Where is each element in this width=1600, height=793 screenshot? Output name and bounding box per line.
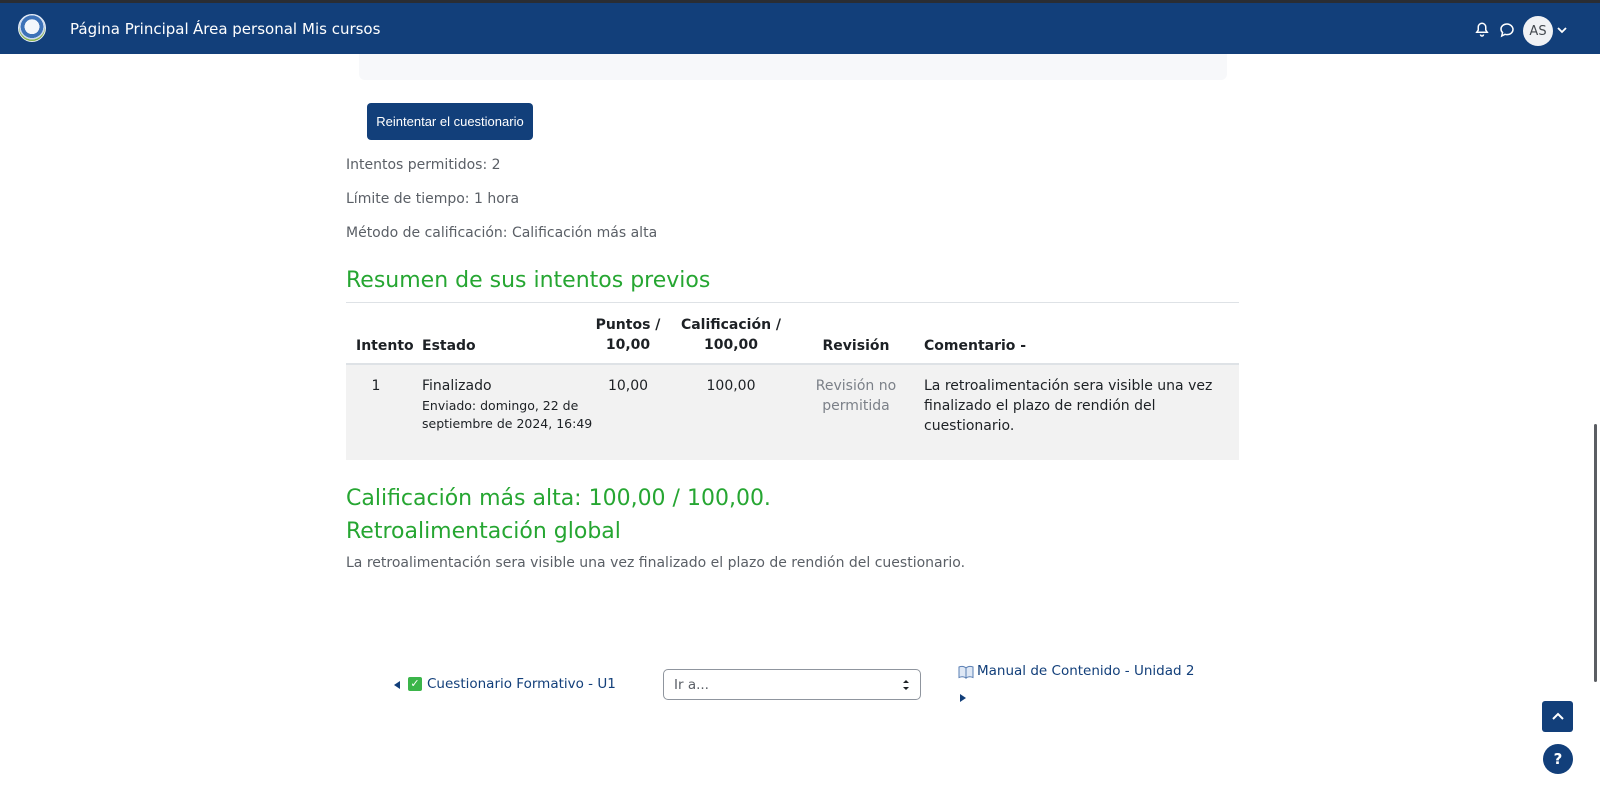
- attempts-summary-title: Resumen de sus intentos previos: [346, 268, 711, 293]
- jump-to-activity-select[interactable]: Ir a...: [663, 669, 921, 700]
- column-header-state: Estado: [422, 338, 476, 354]
- attempt-points: 10,00: [607, 378, 649, 394]
- next-activity-link[interactable]: Manual de Contenido - Unidad 2: [977, 663, 1194, 679]
- time-limit: Límite de tiempo: 1 hora: [346, 191, 520, 207]
- site-logo-icon[interactable]: [18, 14, 46, 42]
- overall-feedback-text: La retroalimentación sera visible una ve…: [346, 555, 966, 571]
- help-button[interactable]: ?: [1543, 744, 1573, 774]
- reattempt-quiz-button[interactable]: Reintentar el cuestionario: [367, 103, 533, 140]
- attempt-submitted: Enviado: domingo, 22 de septiembre de 20…: [422, 398, 593, 431]
- highest-grade-title: Calificación más alta: 100,00 / 100,00.: [346, 486, 771, 511]
- column-header-comment: Comentario -: [924, 338, 1027, 354]
- attempts-allowed: Intentos permitidos: 2: [346, 157, 501, 173]
- column-header-attempt: Intento: [356, 338, 414, 354]
- book-icon: [958, 665, 974, 679]
- column-header-review: Revisión: [822, 338, 890, 354]
- jump-select-value: Ir a...: [674, 676, 709, 693]
- user-avatar[interactable]: AS: [1523, 16, 1553, 46]
- chevron-up-icon: [1551, 712, 1564, 720]
- triangle-right-icon[interactable]: [958, 693, 968, 703]
- chevron-down-icon[interactable]: [1556, 24, 1568, 36]
- grading-method: Método de calificación: Calificación más…: [346, 225, 658, 241]
- messages-icon[interactable]: [1498, 21, 1516, 39]
- notification-bell-icon[interactable]: [1473, 21, 1491, 39]
- prev-activity-link[interactable]: Cuestionario Formativo - U1: [427, 676, 616, 692]
- scrollbar-thumb[interactable]: [1594, 424, 1597, 682]
- attempt-number: 1: [371, 378, 381, 394]
- nav-link-my-courses[interactable]: Mis cursos: [302, 20, 380, 38]
- quiz-info-box: [359, 54, 1227, 80]
- top-navbar: Página Principal Área personal Mis curso…: [0, 0, 1600, 54]
- column-header-points: Puntos / 10,00: [595, 317, 661, 353]
- triangle-left-icon[interactable]: [392, 680, 402, 690]
- nav-link-dashboard[interactable]: Área personal: [193, 20, 297, 38]
- attempt-grade: 100,00: [706, 378, 756, 394]
- quiz-check-icon: ✓: [408, 677, 422, 691]
- attempt-state: Finalizado: [422, 378, 492, 394]
- overall-feedback-title: Retroalimentación global: [346, 519, 621, 544]
- attempt-review: Revisión no permitida: [815, 378, 897, 414]
- attempt-comment: La retroalimentación sera visible una ve…: [924, 378, 1213, 434]
- nav-link-home[interactable]: Página Principal: [70, 20, 189, 38]
- column-header-grade: Calificación / 100,00: [680, 317, 782, 353]
- select-arrows-icon: [903, 680, 909, 690]
- back-to-top-button[interactable]: [1542, 701, 1573, 732]
- section-divider: [346, 302, 1239, 303]
